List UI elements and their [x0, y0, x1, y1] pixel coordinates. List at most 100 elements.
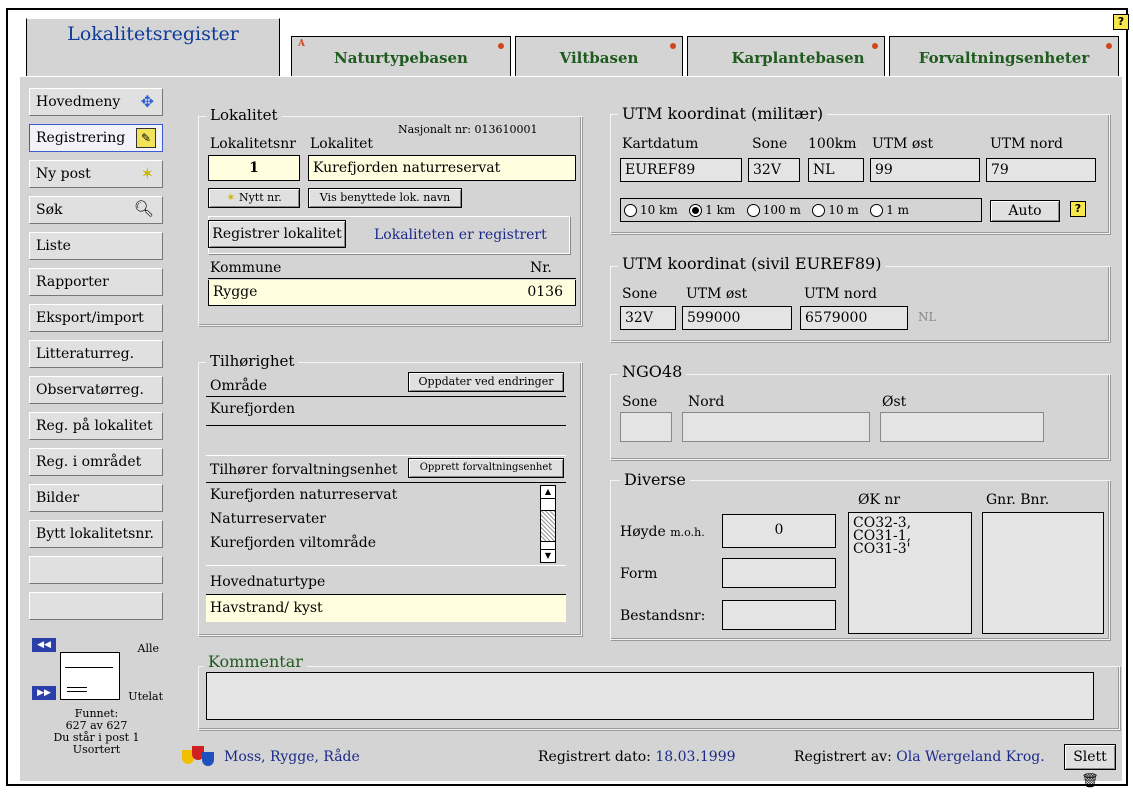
utm-sivil-group: [610, 266, 1110, 342]
100km-field[interactable]: NL: [808, 158, 864, 182]
scroll-down-icon[interactable]: ▼: [541, 549, 555, 562]
next-record-icon[interactable]: ▶▶: [32, 686, 56, 700]
radio-100m[interactable]: 100 m: [746, 203, 801, 217]
nav-bytt-lokalitetsnr[interactable]: Bytt lokalitetsnr.: [29, 520, 163, 548]
nav-observatorreg[interactable]: Observatørreg.: [29, 376, 163, 404]
tab-forvaltningsenheter[interactable]: Forvaltningsenheter: [889, 36, 1119, 76]
utm-nord-label: UTM nord: [804, 286, 878, 302]
scroll-thumb[interactable]: [541, 510, 555, 542]
help-icon[interactable]: ?: [1070, 201, 1086, 217]
radio-1m[interactable]: 1 m: [870, 203, 909, 217]
status-dot-icon: [670, 43, 676, 49]
kommentar-title: Kommentar: [204, 652, 307, 671]
tab-viltbasen[interactable]: Viltbasen: [515, 36, 683, 76]
omrade-list[interactable]: Kurefjorden: [206, 396, 566, 456]
new-icon: ✶: [226, 191, 236, 204]
help-icon[interactable]: ?: [1113, 14, 1129, 30]
utm-nord-field[interactable]: 79: [986, 158, 1096, 182]
100km-square: NL: [918, 310, 937, 324]
status-dot-icon: [498, 43, 504, 49]
previous-record-icon[interactable]: ◀◀: [32, 638, 56, 652]
button-label: Nytt nr.: [238, 191, 282, 204]
nav-label: Litteraturreg.: [36, 346, 135, 362]
sone-field[interactable]: 32V: [620, 306, 676, 330]
utm-militar-title: UTM koordinat (militær): [618, 104, 828, 123]
list-item[interactable]: Kurefjorden naturreservat: [210, 487, 397, 503]
utm-nord-field[interactable]: 6579000: [800, 306, 908, 330]
exclude-button[interactable]: Utelat: [128, 690, 163, 703]
nav-empty-1[interactable]: [29, 556, 163, 584]
sort-status: Usortert: [72, 743, 121, 756]
region-link[interactable]: Moss, Rygge, Råde: [224, 749, 360, 765]
nav-sok[interactable]: Søk 🔍︎: [29, 196, 163, 224]
lokalitetsnr-field[interactable]: 1: [208, 155, 300, 181]
utm-ost-field[interactable]: 99: [870, 158, 980, 182]
nytt-nr-button[interactable]: ✶ Nytt nr.: [208, 188, 300, 208]
opprett-forvaltningsenhet-button[interactable]: Opprett forvaltningsenhet: [408, 458, 564, 478]
nav-reg-pa-lokalitet[interactable]: Reg. på lokalitet: [29, 412, 163, 440]
sone-field[interactable]: 32V: [748, 158, 800, 182]
nav-ny-post[interactable]: Ny post ✶: [29, 160, 163, 188]
nav-hovedmeny[interactable]: Hovedmeny ✥: [29, 88, 163, 116]
utm-ost-field[interactable]: 599000: [682, 306, 792, 330]
auto-button[interactable]: Auto: [990, 200, 1060, 222]
tab-karplantebasen[interactable]: Karplantebasen: [687, 36, 885, 76]
tilhorighet-title: Tilhørighet: [206, 352, 299, 370]
kartdatum-field[interactable]: EUREF89: [620, 158, 742, 182]
hoyde-label: Høyde m.o.h.: [620, 524, 705, 540]
list-item[interactable]: Kurefjorden viltområde: [210, 535, 376, 551]
nav-eksport-import[interactable]: Eksport/import: [29, 304, 163, 332]
utm-sivil-title: UTM koordinat (sivil EUREF89): [618, 254, 886, 273]
tab-naturtypebasen[interactable]: A Naturtypebasen: [291, 36, 511, 76]
nav-label: Registrering: [36, 130, 126, 146]
sone-label: Sone: [622, 286, 658, 302]
slett-button[interactable]: Slett 🗑︎: [1064, 744, 1116, 789]
tab-label: Forvaltningsenheter: [918, 49, 1090, 67]
radio-10km[interactable]: 10 km: [624, 203, 678, 217]
forvaltningsenhet-label: Tilhører forvaltningsenhet: [210, 462, 398, 478]
kommune-label: Kommune: [210, 260, 282, 276]
hoyde-field[interactable]: 0: [722, 514, 836, 548]
all-button[interactable]: Alle: [138, 642, 160, 655]
vis-lok-navn-button[interactable]: Vis benyttede lok. navn: [308, 188, 462, 208]
omrade-item: Kurefjorden: [210, 401, 296, 417]
nav-liste[interactable]: Liste: [29, 232, 163, 260]
status-dot-icon: [1106, 43, 1112, 49]
av-label: Registrert av:: [794, 749, 892, 765]
nav-empty-2[interactable]: [29, 592, 163, 620]
scroll-up-icon[interactable]: ▲: [541, 486, 555, 499]
button-label: Slett: [1073, 749, 1107, 765]
lokalitet-name-field[interactable]: Kurefjorden naturreservat: [308, 155, 576, 181]
radio-1km[interactable]: 1 km: [689, 203, 735, 217]
tab-lokalitetsregister[interactable]: Lokalitetsregister: [26, 18, 280, 76]
ngo-sone-field[interactable]: [620, 412, 672, 442]
kommunenr-label: Nr.: [530, 260, 552, 276]
form-label: Form: [620, 566, 658, 582]
hoyde-text: Høyde: [620, 524, 666, 540]
form-field[interactable]: [722, 558, 836, 588]
utm-ost-label: UTM øst: [686, 286, 748, 302]
nav-label: Eksport/import: [36, 310, 144, 326]
ngo-ost-field[interactable]: [880, 412, 1044, 442]
nav-reg-i-omradet[interactable]: Reg. i området: [29, 448, 163, 476]
kommentar-field[interactable]: [206, 672, 1094, 720]
nav-bilder[interactable]: Bilder: [29, 484, 163, 512]
gnr-bnr-label: Gnr. Bnr.: [986, 492, 1050, 508]
scrollbar[interactable]: ▲ ▼: [540, 485, 556, 563]
registrer-lokalitet-button[interactable]: Registrer lokalitet: [208, 220, 346, 248]
bestandsnr-field[interactable]: [722, 600, 836, 630]
kommune-field[interactable]: Rygge 0136: [208, 280, 576, 306]
gnr-bnr-field[interactable]: [982, 512, 1104, 634]
nav-litteraturreg[interactable]: Litteraturreg.: [29, 340, 163, 368]
forvaltningsenhet-list[interactable]: Kurefjorden naturreservat Naturreservate…: [206, 482, 566, 566]
radio-10m[interactable]: 10 m: [812, 203, 859, 217]
ngo-nord-field[interactable]: [682, 412, 870, 442]
hovednaturtype-field[interactable]: Havstrand/ kyst: [206, 594, 566, 622]
list-item[interactable]: Naturreservater: [210, 511, 326, 527]
registrert-dato: Registrert dato: 18.03.1999: [538, 749, 736, 765]
ok-nr-field[interactable]: CO32-3, CO31-1, CO31-3': [848, 512, 972, 634]
bestandsnr-label: Bestandsnr:: [620, 608, 706, 624]
nav-rapporter[interactable]: Rapporter: [29, 268, 163, 296]
oppdater-button[interactable]: Oppdater ved endringer: [408, 372, 564, 392]
nav-registrering[interactable]: Registrering ✎: [29, 124, 163, 152]
